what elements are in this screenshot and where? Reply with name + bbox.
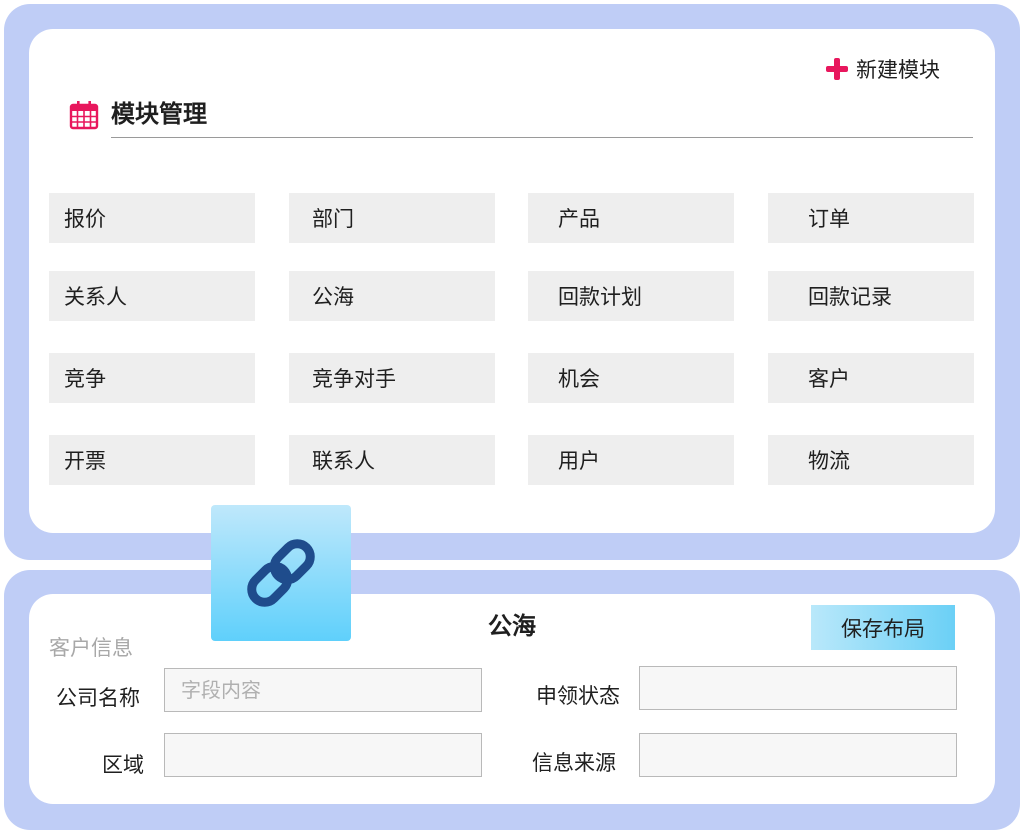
module-tile[interactable]: 报价 <box>49 193 255 243</box>
module-tile[interactable]: 用户 <box>528 435 734 485</box>
module-tile[interactable]: 产品 <box>528 193 734 243</box>
claim-status-input[interactable] <box>639 666 957 710</box>
claim-status-label: 申领状态 <box>536 684 620 708</box>
new-module-button[interactable]: 新建模块 <box>826 55 940 83</box>
module-tile[interactable]: 回款记录 <box>768 271 974 321</box>
section-title: 模块管理 <box>111 100 207 128</box>
save-layout-button[interactable]: 保存布局 <box>811 605 955 650</box>
region-input[interactable] <box>164 733 482 777</box>
form-title: 公海 <box>488 612 536 640</box>
company-name-label: 公司名称 <box>56 686 140 710</box>
company-name-input[interactable] <box>164 668 482 712</box>
link-tile <box>211 505 351 641</box>
module-tile[interactable]: 联系人 <box>289 435 495 485</box>
module-tile[interactable]: 竞争对手 <box>289 353 495 403</box>
module-tile[interactable]: 开票 <box>49 435 255 485</box>
calendar-icon <box>69 101 99 130</box>
title-divider <box>111 137 973 138</box>
module-tile[interactable]: 回款计划 <box>528 271 734 321</box>
module-tile[interactable]: 竞争 <box>49 353 255 403</box>
info-source-input[interactable] <box>639 733 957 777</box>
module-tile[interactable]: 客户 <box>768 353 974 403</box>
module-tile[interactable]: 机会 <box>528 353 734 403</box>
link-icon <box>247 539 315 607</box>
customer-info-heading: 客户信息 <box>49 636 133 660</box>
region-label: 区域 <box>102 753 144 777</box>
info-source-label: 信息来源 <box>532 751 616 775</box>
module-tile[interactable]: 公海 <box>289 271 495 321</box>
plus-icon <box>826 58 848 80</box>
module-tile[interactable]: 订单 <box>768 193 974 243</box>
module-tile[interactable]: 物流 <box>768 435 974 485</box>
new-module-label: 新建模块 <box>856 58 940 82</box>
module-tile[interactable]: 关系人 <box>49 271 255 321</box>
module-tile[interactable]: 部门 <box>289 193 495 243</box>
